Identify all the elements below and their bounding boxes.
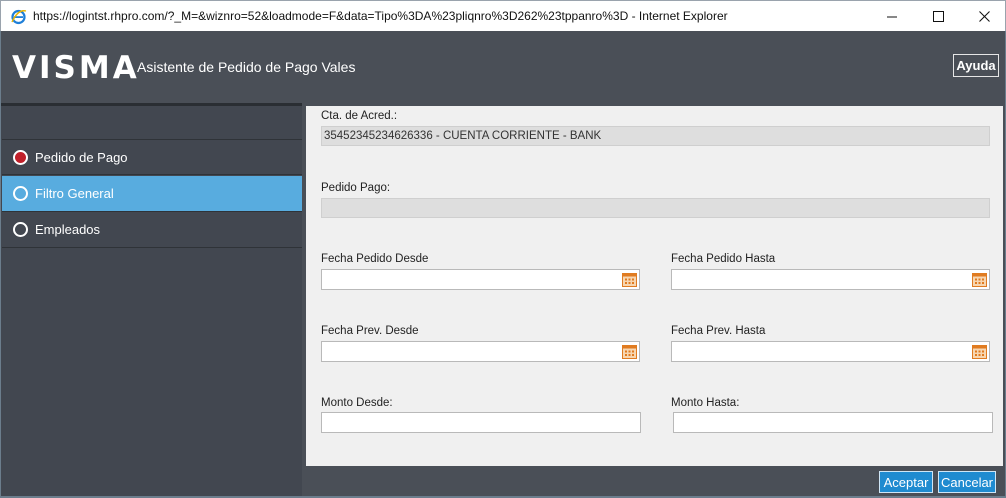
calendar-icon[interactable]	[622, 344, 637, 359]
window-title: https://logintst.rhpro.com/?_M=&wiznro=5…	[33, 9, 728, 23]
window-titlebar: https://logintst.rhpro.com/?_M=&wiznro=5…	[0, 0, 1006, 31]
monto-hasta-label: Monto Hasta:	[671, 397, 740, 409]
calendar-icon[interactable]	[972, 344, 987, 359]
help-button[interactable]: Ayuda	[953, 54, 999, 77]
monto-desde-input[interactable]	[321, 412, 641, 433]
sidebar-item-label: Pedido de Pago	[35, 149, 128, 165]
cta-acred-label: Cta. de Acred.:	[321, 110, 398, 122]
close-icon	[978, 11, 990, 22]
maximize-icon	[932, 11, 944, 22]
monto-hasta-input[interactable]	[673, 412, 993, 433]
pedido-pago-label: Pedido Pago:	[321, 182, 391, 194]
app-header: VISMA Asistente de Pedido de Pago Vales …	[0, 31, 1006, 103]
sidebar-item-label: Empleados	[35, 222, 101, 237]
visma-logo: VISMA	[12, 50, 140, 86]
step-radio-icon	[13, 186, 28, 201]
filter-form: Cta. de Acred.: 35452345234626336 - CUEN…	[306, 106, 1003, 466]
internet-explorer-icon	[10, 8, 27, 25]
fecha-pedido-hasta-label: Fecha Pedido Hasta	[671, 253, 776, 265]
accept-button[interactable]: Aceptar	[879, 471, 933, 493]
cta-acred-field: 35452345234626336 - CUENTA CORRIENTE - B…	[321, 126, 990, 146]
sidebar-item-pedido-de-pago[interactable]: Pedido de Pago	[2, 139, 302, 175]
calendar-icon[interactable]	[972, 272, 987, 287]
fecha-pedido-hasta-input[interactable]	[671, 269, 990, 290]
fecha-prev-hasta-label: Fecha Prev. Hasta	[671, 325, 766, 337]
sidebar-item-label: Filtro General	[35, 186, 114, 201]
fecha-prev-desde-label: Fecha Prev. Desde	[321, 325, 419, 337]
fecha-prev-desde-input[interactable]	[321, 341, 640, 362]
pedido-pago-field[interactable]	[321, 198, 990, 218]
calendar-icon[interactable]	[622, 272, 637, 287]
wizard-steps-sidebar: Pedido de Pago Filtro General Empleados	[0, 103, 302, 498]
step-radio-icon	[13, 222, 28, 237]
close-button[interactable]	[961, 1, 1006, 32]
main-panel: Cta. de Acred.: 35452345234626336 - CUEN…	[302, 103, 1006, 498]
page-title: Asistente de Pedido de Pago Vales	[137, 59, 356, 75]
monto-desde-label: Monto Desde:	[321, 397, 393, 409]
fecha-pedido-desde-input[interactable]	[321, 269, 640, 290]
minimize-button[interactable]	[869, 1, 915, 32]
fecha-prev-hasta-input[interactable]	[671, 341, 990, 362]
sidebar-item-empleados[interactable]: Empleados	[2, 212, 302, 248]
fecha-pedido-desde-label: Fecha Pedido Desde	[321, 253, 429, 265]
wizard-footer: Aceptar Cancelar	[302, 466, 1006, 498]
minimize-icon	[886, 11, 898, 22]
maximize-button[interactable]	[915, 1, 961, 32]
sidebar-item-filtro-general[interactable]: Filtro General	[2, 176, 302, 212]
step-done-radio-icon	[13, 149, 28, 165]
cancel-button[interactable]: Cancelar	[938, 471, 996, 493]
sidebar-top-strip	[1, 103, 302, 106]
